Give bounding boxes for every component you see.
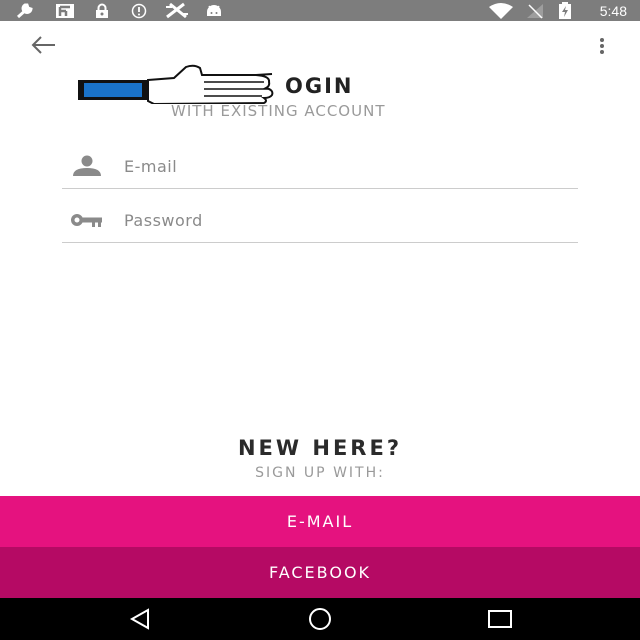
email-field-container: [62, 145, 578, 189]
wrench-icon: [16, 2, 38, 19]
status-time: 5:48: [599, 3, 627, 19]
key-icon: [70, 209, 104, 231]
battery-charging-icon: [558, 2, 572, 19]
person-icon: [70, 155, 104, 177]
flipboard-icon: [55, 2, 75, 19]
password-input[interactable]: [124, 207, 564, 233]
back-triangle-icon[interactable]: [120, 606, 160, 632]
email-signup-button[interactable]: E-MAIL: [0, 496, 640, 547]
signal-off-icon: [526, 2, 544, 19]
more-vert-icon[interactable]: [590, 34, 614, 58]
new-here-heading: NEW HERE?: [237, 436, 402, 460]
signup-with-label: SIGN UP WITH:: [255, 465, 385, 481]
page-title: OGIN: [285, 74, 354, 98]
navigation-bar: [0, 598, 640, 640]
wifi-icon: [488, 2, 514, 19]
home-circle-icon[interactable]: [300, 606, 340, 632]
recents-square-icon[interactable]: [480, 606, 520, 632]
info-icon: [131, 2, 147, 19]
email-input[interactable]: [124, 153, 564, 179]
tools-icon: [164, 2, 190, 19]
status-bar: 5:48: [0, 0, 640, 21]
thumbs-up-icon: [76, 64, 296, 106]
password-field-container: [62, 199, 578, 243]
page-subtitle: WITH EXISTING ACCOUNT: [171, 102, 386, 120]
lock-icon: [94, 2, 110, 19]
android-icon: [204, 2, 224, 19]
arrow-back-icon[interactable]: [28, 32, 60, 58]
facebook-signup-button[interactable]: FACEBOOK: [0, 547, 640, 598]
